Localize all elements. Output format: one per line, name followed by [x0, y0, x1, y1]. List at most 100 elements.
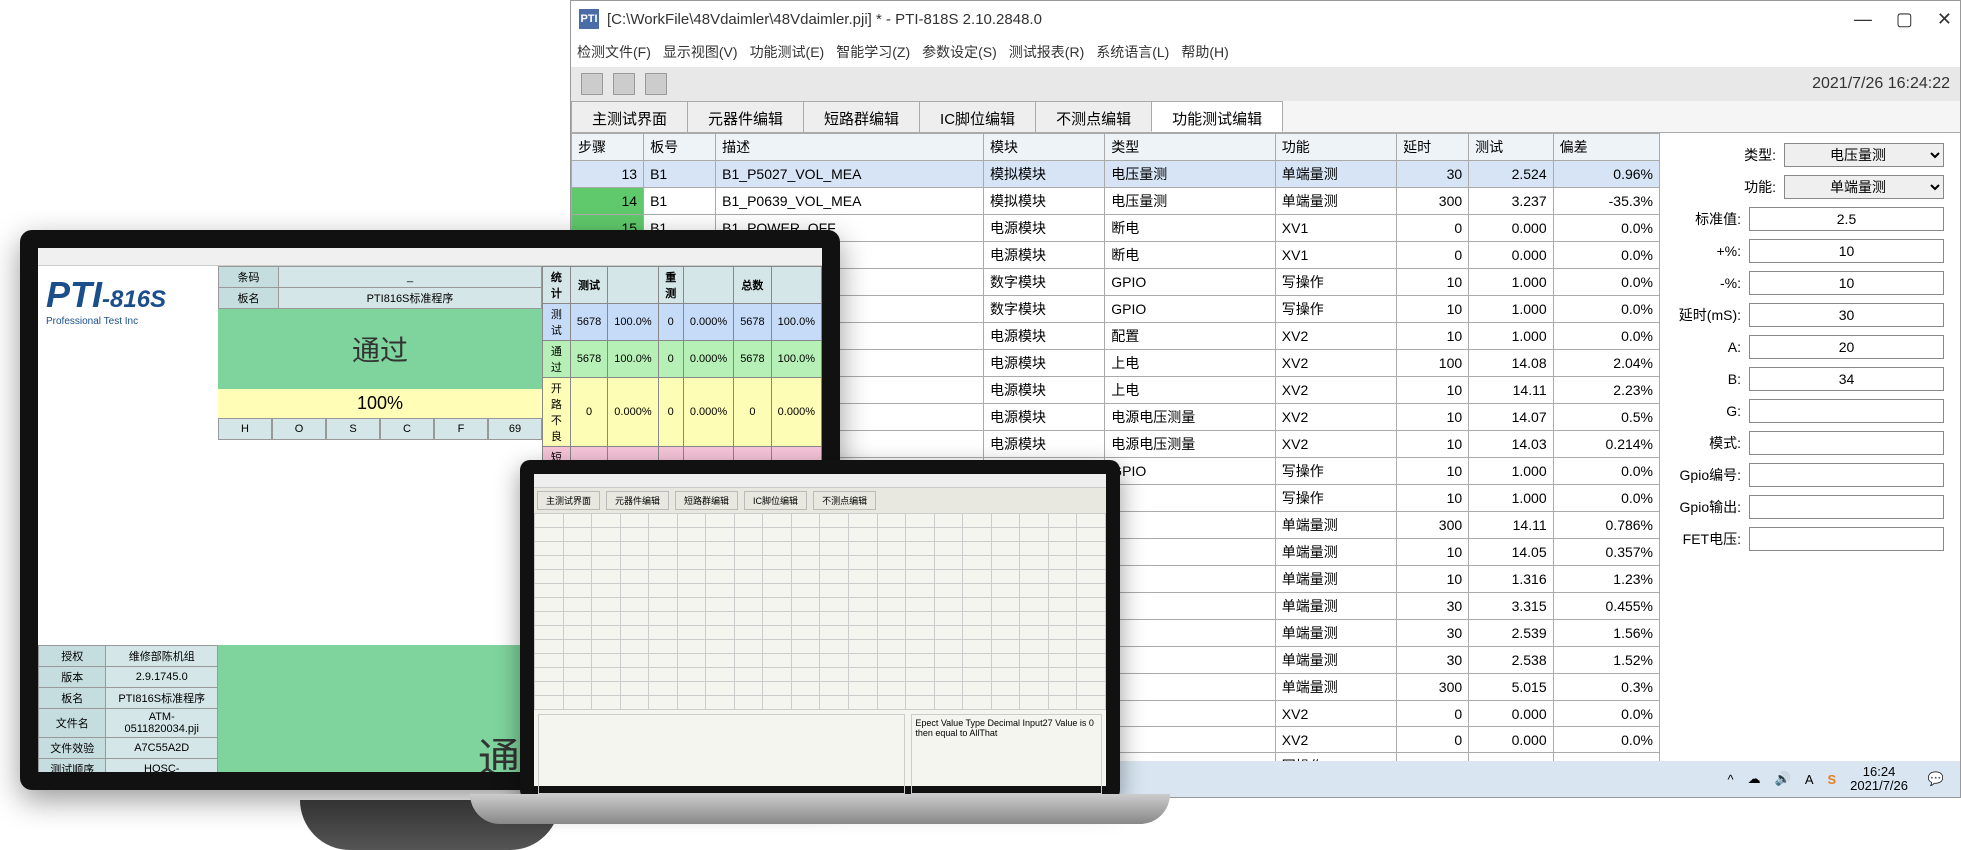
laptop-tab[interactable]: 不测点编辑 — [813, 491, 876, 510]
barcode-value: _ — [279, 267, 542, 288]
prop-label: 标准值: — [1676, 209, 1741, 229]
toolbar-timestamp: 2021/7/26 16:24:22 — [1812, 75, 1950, 93]
brand-suffix: -816S — [102, 286, 166, 313]
prop-input-delay[interactable] — [1749, 303, 1944, 327]
column-header[interactable]: 描述 — [716, 134, 984, 161]
prop-input-minuspct[interactable] — [1749, 271, 1944, 295]
menu-item[interactable]: 系统语言(L) — [1096, 42, 1169, 62]
laptop-tab[interactable]: IC脚位编辑 — [744, 491, 807, 510]
tray-lang-icon[interactable]: A — [1805, 772, 1814, 787]
taskbar-clock[interactable]: 16:24 2021/7/26 — [1850, 765, 1908, 794]
toolbar: 2021/7/26 16:24:22 — [571, 67, 1960, 101]
brand-text: PTI — [46, 274, 102, 315]
letter-cell: C — [380, 418, 434, 440]
prop-input-gpio_out[interactable] — [1749, 495, 1944, 519]
prop-input-a[interactable] — [1749, 335, 1944, 359]
table-row[interactable]: 14B1B1_P0639_VOL_MEA模拟模块电压量测单端量测3003.237… — [572, 188, 1660, 215]
prop-label: Gpio编号: — [1676, 465, 1741, 485]
menu-item[interactable]: 功能测试(E) — [750, 42, 825, 62]
prop-label: FET电压: — [1676, 529, 1741, 549]
pass-percentage: 100% — [218, 389, 542, 418]
column-header[interactable]: 类型 — [1105, 134, 1276, 161]
prop-input-g[interactable] — [1749, 399, 1944, 423]
prop-label: 延时(mS): — [1676, 305, 1741, 325]
laptop-note: Epect Value Type Decimal Input27 Value i… — [911, 714, 1102, 794]
barcode-label: 条码 — [219, 267, 279, 288]
tray-volume-icon[interactable]: 🔊 — [1775, 771, 1791, 787]
prop-input-mode[interactable] — [1749, 431, 1944, 455]
prop-label: +%: — [1676, 243, 1741, 259]
prop-label: 功能: — [1676, 177, 1776, 197]
toolbar-icon-3[interactable] — [645, 73, 667, 95]
tab[interactable]: 不测点编辑 — [1035, 101, 1152, 132]
prop-label: 模式: — [1676, 433, 1741, 453]
prop-label: B: — [1676, 371, 1741, 387]
toolbar-icon-1[interactable] — [581, 73, 603, 95]
prop-input-func[interactable]: 单端量测 — [1784, 175, 1944, 199]
prop-input-b[interactable] — [1749, 367, 1944, 391]
laptop-tab[interactable]: 主测试界面 — [537, 491, 600, 510]
prop-input-pluspct[interactable] — [1749, 239, 1944, 263]
maximize-button[interactable]: ▢ — [1896, 9, 1913, 30]
tab[interactable]: IC脚位编辑 — [919, 101, 1036, 132]
prop-label: A: — [1676, 339, 1741, 355]
prop-input-std[interactable] — [1749, 207, 1944, 231]
pti-logo: PTI-816S Professional Test Inc — [38, 266, 218, 645]
prop-label: Gpio输出: — [1676, 497, 1741, 517]
laptop: 主测试界面元器件编辑短路群编辑 IC脚位编辑不测点编辑 — [520, 460, 1120, 800]
tab[interactable]: 短路群编辑 — [803, 101, 920, 132]
laptop-tabs: 主测试界面元器件编辑短路群编辑 IC脚位编辑不测点编辑 — [534, 488, 1106, 513]
tab[interactable]: 功能测试编辑 — [1151, 101, 1283, 132]
app-icon: PTI — [579, 9, 599, 29]
column-header[interactable]: 延时 — [1397, 134, 1469, 161]
letter-cell: S — [326, 418, 380, 440]
tray-cloud-icon[interactable]: ☁ — [1748, 771, 1761, 787]
tab[interactable]: 主测试界面 — [571, 101, 688, 132]
laptop-grid — [534, 513, 1106, 710]
toolbar-icon-2[interactable] — [613, 73, 635, 95]
prop-label: G: — [1676, 403, 1741, 419]
pass-status: 通过 — [218, 309, 542, 389]
prop-input-type[interactable]: 电压量测 — [1784, 143, 1944, 167]
minimize-button[interactable]: — — [1854, 9, 1872, 30]
clock-time: 16:24 — [1850, 765, 1908, 779]
brand-sub: Professional Test Inc — [46, 316, 210, 327]
prop-label: -%: — [1676, 275, 1741, 291]
table-row[interactable]: 13B1B1_P5027_VOL_MEA模拟模块电压量测单端量测302.5240… — [572, 161, 1660, 188]
menu-item[interactable]: 测试报表(R) — [1009, 42, 1084, 62]
menu-item[interactable]: 帮助(H) — [1181, 42, 1228, 62]
menu-item[interactable]: 智能学习(Z) — [836, 42, 910, 62]
column-header[interactable]: 模块 — [983, 134, 1104, 161]
letter-cell: F — [434, 418, 488, 440]
column-header[interactable]: 偏差 — [1553, 134, 1659, 161]
notification-icon[interactable]: 💬 — [1922, 765, 1950, 793]
window-title: [C:\WorkFile\48Vdaimler\48Vdaimler.pji] … — [607, 11, 1854, 28]
menu-item[interactable]: 显示视图(V) — [663, 42, 738, 62]
column-header[interactable]: 步骤 — [572, 134, 644, 161]
laptop-screen: 主测试界面元器件编辑短路群编辑 IC脚位编辑不测点编辑 — [534, 474, 1106, 786]
column-header[interactable]: 功能 — [1275, 134, 1396, 161]
titlebar: PTI [C:\WorkFile\48Vdaimler\48Vdaimler.p… — [571, 1, 1960, 37]
column-header[interactable]: 板号 — [644, 134, 716, 161]
menu-item[interactable]: 参数设定(S) — [922, 42, 997, 62]
boardname-value: PTI816S标准程序 — [279, 288, 542, 309]
clock-date: 2021/7/26 — [1850, 779, 1908, 793]
prop-input-fet[interactable] — [1749, 527, 1944, 551]
property-panel: 类型: 电压量测功能: 单端量测标准值: +%: -%: 延时(mS): A: B: G: 模式:… — [1660, 133, 1960, 797]
letter-cell: 69 — [488, 418, 542, 440]
tabstrip: 主测试界面元器件编辑短路群编辑IC脚位编辑不测点编辑功能测试编辑 — [571, 101, 1960, 133]
menubar: 检测文件(F) 显示视图(V) 功能测试(E) 智能学习(Z) 参数设定(S) 测试报表(… — [571, 37, 1960, 67]
letter-cell: O — [272, 418, 326, 440]
menu-item[interactable]: 检测文件(F) — [577, 42, 651, 62]
info-table: 授权维修部陈机组版本2.9.1745.0板名PTI816S标准程序文件名ATM-… — [38, 645, 218, 772]
tray-up-icon[interactable]: ^ — [1728, 772, 1734, 787]
tab[interactable]: 元器件编辑 — [687, 101, 804, 132]
column-header[interactable]: 测试 — [1469, 134, 1553, 161]
prop-label: 类型: — [1676, 145, 1776, 165]
close-button[interactable]: ✕ — [1937, 9, 1952, 30]
laptop-tab[interactable]: 元器件编辑 — [606, 491, 669, 510]
prop-input-gpio_num[interactable] — [1749, 463, 1944, 487]
boardname-label: 板名 — [219, 288, 279, 309]
tray-sogou-icon[interactable]: S — [1827, 772, 1836, 787]
laptop-tab[interactable]: 短路群编辑 — [675, 491, 738, 510]
